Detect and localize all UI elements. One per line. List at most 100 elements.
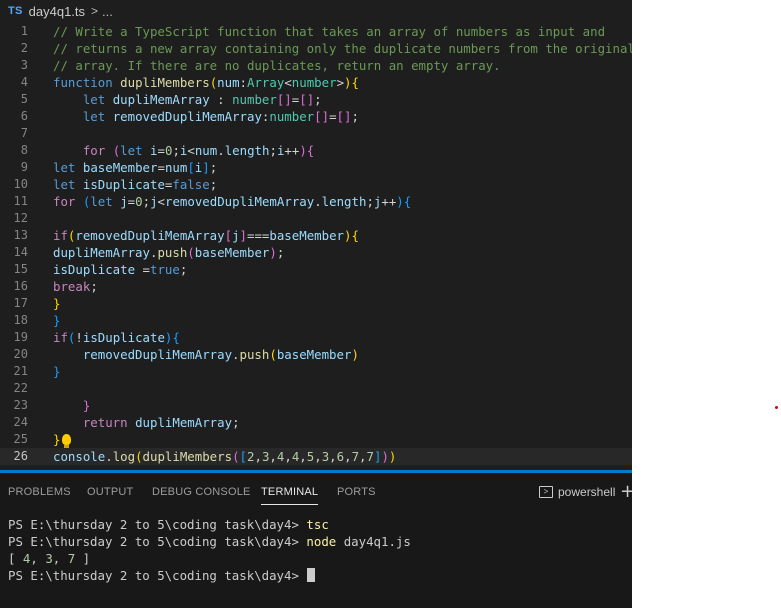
tab-terminal[interactable]: TERMINAL [261,486,319,505]
code-line[interactable]: 22 [0,380,632,397]
code-line[interactable]: 15 isDuplicate =true; [0,261,632,278]
breadcrumb-more[interactable]: ... [102,4,113,19]
code-token: function [53,75,113,90]
new-terminal-plus-icon[interactable]: + [620,481,632,502]
code-line[interactable]: 19 if(!isDuplicate){ [0,329,632,346]
code-token: = [157,160,165,175]
code-token: let [53,177,76,192]
terminal-output-token: ] [75,551,91,566]
line-number: 15 [13,262,28,276]
code-line[interactable]: 4 function dupliMembers(num:Array<number>… [0,74,632,91]
code-line[interactable]: 9 let baseMember=num[i]; [0,159,632,176]
code-line[interactable]: 16 break; [0,278,632,295]
terminal-shell-selector[interactable]: > powershell [539,485,615,499]
code-token: length [321,194,367,209]
code-text: dupliMemArray.push(baseMember); [53,244,284,261]
code-line[interactable]: 21} [0,363,632,380]
code-line[interactable]: 7 [0,125,632,142]
code-line[interactable]: 26 console.log(dupliMembers([2,3,4,4,5,3,… [0,448,632,465]
terminal-command: tsc [306,517,329,532]
code-token: 0 [135,194,143,209]
terminal-prompt: PS E:\thursday 2 to 5\coding task\day4> [8,517,307,532]
terminal-command-arg: day4q1.js [336,534,411,549]
code-token: ( [135,449,143,464]
code-token: ; [314,92,322,107]
code-line[interactable]: 8 for (let i=0;i<num.length;i++){ [0,142,632,159]
code-token: [ [224,228,233,243]
code-token: ; [172,143,180,158]
code-editor[interactable]: 1 // Write a TypeScript function that tak… [0,22,632,470]
code-token: ) [396,194,404,209]
line-number: 12 [13,211,28,225]
code-token: ; [209,160,218,175]
code-token: [] [336,109,352,124]
line-number: 2 [20,41,28,55]
panel-tabs: PROBLEMS OUTPUT DEBUG CONSOLE TERMINAL P… [0,473,632,511]
shell-label: powershell [558,485,616,499]
breadcrumb-file[interactable]: day4q1.ts [29,4,85,19]
code-line[interactable]: 24 return dupliMemArray; [0,414,632,431]
code-text: // array. If there are no duplicates, re… [53,57,501,74]
line-number: 22 [13,381,28,395]
code-token: false [172,177,210,192]
code-token: } [53,364,61,379]
code-line[interactable]: 2 // returns a new array containing only … [0,40,632,57]
code-token: // array. If there are no duplicates, re… [53,58,501,73]
code-token: // returns a new array containing only t… [53,41,632,56]
code-text: } [53,397,90,414]
tab-problems[interactable]: PROBLEMS [8,486,71,498]
code-line[interactable]: 10 let isDuplicate=false; [0,176,632,193]
code-text: // Write a TypeScript function that take… [53,23,605,40]
code-line[interactable]: 3 // array. If there are no duplicates, r… [0,57,632,74]
code-token: dupliMemArray [112,92,210,107]
code-token: Array [247,75,285,90]
code-line[interactable]: 20 removedDupliMemArray.push(baseMember) [0,346,632,363]
code-token: ; [179,262,188,277]
code-line[interactable]: 17} [0,295,632,312]
code-line[interactable]: 5 let dupliMemArray : number[]=[]; [0,91,632,108]
code-text: // returns a new array containing only t… [53,40,632,57]
code-token: num [164,160,188,175]
code-token: = [329,109,337,124]
code-token: , [329,449,337,464]
tab-ports[interactable]: PORTS [337,486,376,498]
tab-debug-console[interactable]: DEBUG CONSOLE [152,486,251,498]
code-token: [] [276,92,292,107]
code-token: removedDupliMemArray [165,194,315,209]
code-line[interactable]: 11 for (let j=0;j<removedDupliMemArray.le… [0,193,632,210]
code-token: number [269,109,315,124]
lightbulb-icon[interactable] [62,434,72,448]
code-line[interactable]: 1 // Write a TypeScript function that tak… [0,23,632,40]
code-token: = [135,262,150,277]
code-token: < [187,143,195,158]
code-token: . [232,347,240,362]
line-number: 5 [20,92,28,106]
code-token: isDuplicate [53,262,136,277]
tab-output[interactable]: OUTPUT [87,486,133,498]
code-token: ; [232,415,240,430]
line-number: 25 [13,432,28,446]
code-token: [ [239,449,248,464]
code-line[interactable]: 14 dupliMemArray.push(baseMember); [0,244,632,261]
code-token: < [284,75,292,90]
code-text: let dupliMemArray : number[]=[]; [53,91,322,108]
line-number: 14 [13,245,28,259]
code-line[interactable]: 23 } [0,397,632,414]
code-token: ++ [381,194,397,209]
code-token: return [82,415,128,430]
code-token: } [53,296,61,311]
code-token: baseMember [276,347,352,362]
code-token: // Write a TypeScript function that take… [53,24,606,39]
code-line[interactable]: 25} [0,431,632,448]
code-token: push [239,347,270,362]
code-token: === [247,228,270,243]
code-token: console [53,449,106,464]
code-line[interactable]: 6 let removedDupliMemArray:number[]=[]; [0,108,632,125]
code-line[interactable]: 12 [0,210,632,227]
code-line[interactable]: 13 if(removedDupliMemArray[j]===baseMembe… [0,227,632,244]
code-line[interactable]: 18} [0,312,632,329]
